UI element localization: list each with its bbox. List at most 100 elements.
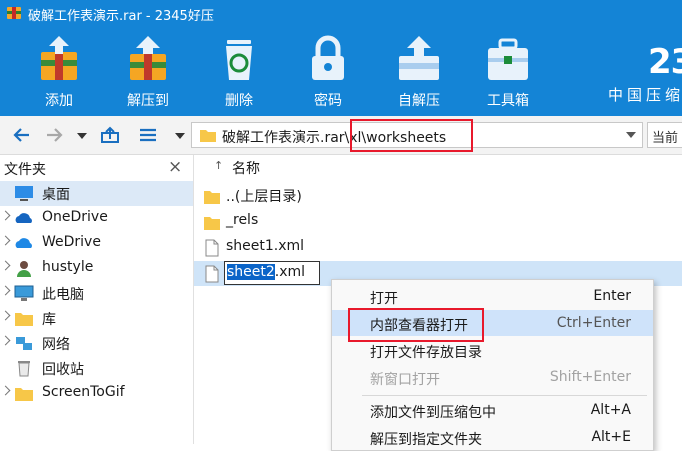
tree-item-screentogif[interactable]: ScreenToGif — [0, 381, 193, 406]
back-button[interactable] — [12, 125, 32, 145]
desktop-icon — [15, 186, 33, 201]
menu-item-label: 添加文件到压缩包中 — [370, 405, 496, 421]
address-dropdown-icon[interactable] — [626, 132, 636, 138]
delete-button[interactable]: 删除 — [206, 30, 272, 110]
wedrive-icon — [15, 238, 32, 248]
folder-pane-title: 文件夹 — [4, 162, 46, 178]
recycle-bin-icon — [226, 40, 252, 80]
folder-up-icon — [101, 126, 119, 143]
menu-item-shortcut: Ctrl+Enter — [556, 315, 631, 331]
forward-button[interactable] — [44, 125, 64, 145]
folder-icon — [204, 191, 220, 204]
name-column-label: 名称 — [232, 161, 260, 177]
menu-item-shortcut: Alt+A — [590, 402, 631, 418]
rename-input[interactable]: sheet2.xml — [224, 261, 320, 285]
file-name: sheet1.xml — [226, 238, 305, 254]
menu-item-label: 打开 — [370, 291, 398, 307]
toolbox-button[interactable]: 工具箱 — [475, 30, 541, 110]
file-icon — [205, 265, 219, 283]
menu-highlight-box — [348, 308, 484, 342]
history-dropdown[interactable] — [72, 125, 87, 145]
menu-item-label: 打开文件存放目录 — [370, 345, 482, 361]
delete-label: 删除 — [225, 93, 253, 109]
tree-item-wedrive[interactable]: WeDrive — [0, 231, 193, 256]
password-label: 密码 — [314, 93, 342, 109]
chevron-right-icon[interactable] — [0, 310, 11, 321]
tree-item-hustyle[interactable]: hustyle — [0, 256, 193, 281]
chevron-right-icon[interactable] — [0, 260, 11, 271]
tree-item-label: OneDrive — [42, 209, 108, 225]
menu-item-shortcut: Enter — [593, 288, 631, 304]
tree-item-label: 桌面 — [42, 187, 70, 203]
file-row-rels[interactable]: _rels — [194, 209, 682, 234]
tree-item-label: ScreenToGif — [42, 384, 125, 400]
up-folder-button[interactable] — [100, 125, 120, 145]
password-button[interactable]: 密码 — [295, 30, 361, 110]
self-extract-label: 自解压 — [398, 93, 440, 109]
folder-tree-pane: 文件夹 × 桌面 OneDrive WeDrive hustyle 此电脑 库 … — [0, 155, 194, 444]
add-label: 添加 — [45, 93, 73, 109]
brand-number: 23 — [648, 42, 682, 82]
tree-item-label: 库 — [42, 312, 56, 328]
chevron-right-icon[interactable] — [0, 335, 11, 346]
file-row-parent-dir[interactable]: ..(上层目录) — [194, 183, 682, 208]
arrow-right-icon — [47, 128, 63, 142]
view-menu-button[interactable] — [138, 125, 158, 145]
lock-icon — [312, 35, 344, 80]
tree-item-label: 网络 — [42, 337, 70, 353]
tree-item-recycle-bin[interactable]: 回收站 — [0, 356, 193, 381]
menu-item-label: 新窗口打开 — [370, 372, 440, 388]
name-column-header[interactable]: ↑ 名称 — [194, 155, 682, 179]
add-button[interactable]: 添加 — [26, 30, 92, 110]
archive-add-icon — [41, 36, 77, 80]
tree-item-network[interactable]: 网络 — [0, 331, 193, 356]
chevron-down-icon — [77, 133, 87, 139]
app-header: 破解工作表演示.rar - 2345好压 添加 解压到 删除 密码 自解压 工具… — [0, 0, 682, 116]
window-title: 破解工作表演示.rar - 2345好压 — [28, 9, 214, 24]
menu-item-shortcut: Shift+Enter — [549, 369, 631, 385]
list-view-icon — [140, 128, 156, 142]
extract-icon — [130, 36, 166, 80]
title-bar: 破解工作表演示.rar - 2345好压 — [0, 0, 682, 28]
navigation-bar: 破解工作表演示.rar\xl\worksheets 当前 — [0, 116, 682, 155]
rename-selected-text: sheet2 — [227, 264, 275, 280]
toolbox-label: 工具箱 — [487, 93, 529, 109]
tree-item-library[interactable]: 库 — [0, 306, 193, 331]
sort-ascending-icon: ↑ — [214, 159, 224, 172]
chevron-right-icon[interactable] — [0, 385, 11, 396]
view-dropdown[interactable] — [170, 125, 185, 145]
close-icon[interactable]: × — [168, 157, 182, 177]
menu-item-extract-to-folder[interactable]: 解压到指定文件夹 Alt+E — [332, 424, 653, 450]
tree-item-this-pc[interactable]: 此电脑 — [0, 281, 193, 306]
computer-icon — [14, 285, 34, 301]
chevron-down-icon — [175, 133, 185, 139]
address-highlight-box — [350, 119, 473, 152]
recycle-bin-icon — [18, 361, 30, 377]
menu-item-open-new-window: 新窗口打开 Shift+Enter — [332, 364, 653, 390]
app-logo-icon — [7, 7, 21, 19]
toolbox-icon — [488, 38, 528, 80]
self-extract-button[interactable]: 自解压 — [386, 30, 452, 110]
tree-item-onedrive[interactable]: OneDrive — [0, 206, 193, 231]
onedrive-icon — [15, 213, 32, 223]
menu-item-open[interactable]: 打开 Enter — [332, 283, 653, 309]
current-scope-selector[interactable]: 当前 — [647, 122, 682, 148]
chevron-right-icon[interactable] — [0, 210, 11, 221]
menu-separator — [362, 395, 647, 396]
self-extract-icon — [399, 36, 439, 80]
folder-icon — [204, 217, 220, 230]
folder-pane-header: 文件夹 × — [0, 155, 193, 181]
menu-item-add-to-archive[interactable]: 添加文件到压缩包中 Alt+A — [332, 397, 653, 423]
extract-label: 解压到 — [127, 93, 169, 109]
chevron-right-icon[interactable] — [0, 235, 11, 246]
file-row-sheet1[interactable]: sheet1.xml — [194, 235, 682, 260]
user-icon — [17, 261, 31, 277]
arrow-left-icon — [13, 128, 29, 142]
extract-button[interactable]: 解压到 — [115, 30, 181, 110]
tree-item-desktop[interactable]: 桌面 — [0, 181, 193, 206]
folder-icon — [15, 388, 33, 401]
tree-item-label: 此电脑 — [42, 287, 84, 303]
tree-item-label: 回收站 — [42, 362, 84, 378]
menu-item-shortcut: Alt+E — [591, 429, 631, 445]
chevron-right-icon[interactable] — [0, 285, 11, 296]
